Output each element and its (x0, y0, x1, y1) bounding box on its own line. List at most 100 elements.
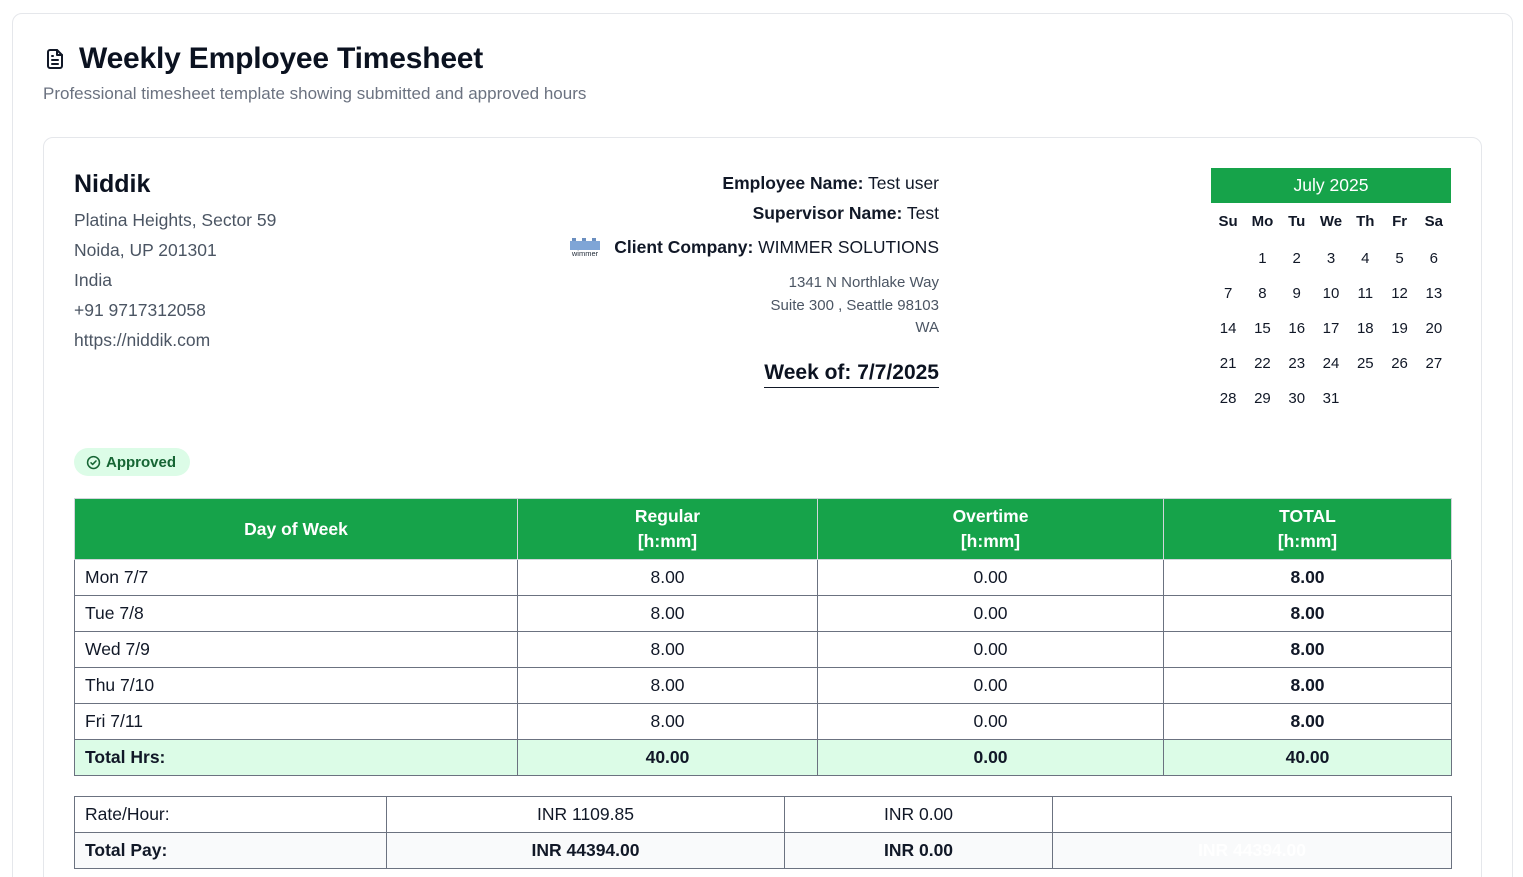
calendar-day[interactable]: 16 (1280, 311, 1314, 346)
row-regular: 8.00 (517, 559, 818, 596)
calendar-day[interactable]: 26 (1382, 346, 1416, 381)
client-company-label: Client Company: (614, 237, 754, 257)
row-total: 8.00 (1163, 667, 1452, 704)
calendar-grid: Su Mo Tu We Th Fr Sa 1 2 3 4 5 6 7 8 9 10 11 12 13 14 15 16 17 1… (1211, 203, 1451, 416)
row-total: 8.00 (1163, 559, 1452, 596)
client-address-line1: 1341 N Northlake Way (788, 274, 939, 291)
row-total: 8.00 (1163, 703, 1452, 740)
employee-name-label: Employee Name: (722, 173, 864, 193)
rate-label: Rate/Hour: (74, 796, 387, 833)
row-total: 8.00 (1163, 595, 1452, 632)
header-regular-title: Regular (634, 506, 701, 526)
calendar-day[interactable]: 25 (1348, 346, 1382, 381)
row-day: Thu 7/10 (74, 667, 518, 704)
client-address-line2: Suite 300 , Seattle 98103 (770, 296, 939, 314)
header-regular-unit: [h:mm] (637, 531, 698, 551)
grand-total-pay: INR 44394.00 (1052, 832, 1452, 869)
calendar-day[interactable]: 3 (1314, 241, 1348, 276)
page-subtitle: Professional timesheet template showing … (43, 84, 587, 103)
calendar-day[interactable]: 22 (1245, 346, 1279, 381)
company-phone: +91 9717312058 (74, 300, 206, 320)
calendar-day[interactable]: 5 (1382, 241, 1416, 276)
row-overtime: 0.00 (817, 631, 1164, 668)
total-pay-overtime: INR 0.00 (784, 832, 1053, 869)
table-row: Wed 7/9 8.00 0.00 8.00 (74, 631, 1452, 668)
client-company-row: wimmer Client Company: WIMMER SOLUTIONS (470, 232, 939, 262)
calendar-day[interactable]: 15 (1245, 311, 1279, 346)
row-overtime: 0.00 (817, 595, 1164, 632)
header-overtime-unit: [h:mm] (960, 531, 1021, 551)
calendar-day[interactable]: 6 (1417, 241, 1451, 276)
calendar-weekday: Th (1356, 213, 1375, 230)
row-regular: 8.00 (517, 631, 818, 668)
header-day-of-week: Day of Week (74, 498, 518, 560)
client-address-line3: WA (915, 319, 939, 336)
total-regular-hours: 40.00 (517, 739, 818, 776)
calendar-day[interactable]: 10 (1314, 276, 1348, 311)
calendar-day[interactable]: 29 (1245, 381, 1279, 416)
status-badge: Approved (74, 448, 191, 476)
row-day: Wed 7/9 (74, 631, 518, 668)
title-row: Weekly Employee Timesheet (43, 42, 586, 76)
calendar-day[interactable]: 2 (1280, 241, 1314, 276)
row-overtime: 0.00 (817, 703, 1164, 740)
total-pay-row: Total Pay: INR 44394.00 INR 0.00 INR 443… (74, 832, 1452, 869)
company-name: Niddik (74, 170, 151, 198)
total-pay-regular: INR 44394.00 (386, 832, 785, 869)
hours-table: Day of Week Regular [h:mm] Overtime [h:m… (74, 498, 1452, 776)
company-website: https://niddik.com (74, 330, 211, 350)
calendar-day[interactable]: 4 (1348, 241, 1382, 276)
calendar-day[interactable]: 24 (1314, 346, 1348, 381)
calendar-day[interactable]: 7 (1211, 276, 1245, 311)
row-day: Mon 7/7 (74, 559, 518, 596)
employee-name: Test user (868, 173, 939, 193)
company-info: Niddik Platina Heights, Sector 59 Noida,… (74, 170, 276, 355)
row-regular: 8.00 (517, 595, 818, 632)
header-regular: Regular [h:mm] (517, 498, 818, 560)
row-day: Tue 7/8 (74, 595, 518, 632)
calendar-day[interactable]: 18 (1348, 311, 1382, 346)
calendar-day[interactable]: 23 (1280, 346, 1314, 381)
calendar-day[interactable]: 28 (1211, 381, 1245, 416)
table-row: Mon 7/7 8.00 0.00 8.00 (74, 559, 1452, 596)
calendar-day[interactable]: 12 (1382, 276, 1416, 311)
calendar-day[interactable]: 13 (1417, 276, 1451, 311)
page-header: Weekly Employee Timesheet Professional t… (43, 42, 586, 104)
hours-header-row: Day of Week Regular [h:mm] Overtime [h:m… (74, 498, 1452, 560)
rate-row: Rate/Hour: INR 1109.85 INR 0.00 (74, 796, 1452, 833)
total-pay-label: Total Pay: (74, 832, 387, 869)
calendar-day[interactable]: 1 (1245, 241, 1279, 276)
calendar-day[interactable]: 31 (1314, 381, 1348, 416)
calendar-day[interactable]: 20 (1417, 311, 1451, 346)
calendar-day[interactable]: 11 (1348, 276, 1382, 311)
calendar-day[interactable]: 19 (1382, 311, 1416, 346)
rate-regular: INR 1109.85 (386, 796, 785, 833)
calendar-weekday: Tu (1288, 213, 1306, 230)
calendar-day[interactable]: 27 (1417, 346, 1451, 381)
calendar-weekday: We (1319, 213, 1343, 230)
calendar-day[interactable]: 21 (1211, 346, 1245, 381)
employee-name-row: Employee Name: Test user (470, 168, 939, 198)
calendar-day[interactable]: 30 (1280, 381, 1314, 416)
calendar-day[interactable]: 17 (1314, 311, 1348, 346)
page-title: Weekly Employee Timesheet (79, 42, 484, 75)
calendar: July 2025 Su Mo Tu We Th Fr Sa 1 2 3 4 5 6 7 8 9 10 11 12 1… (1211, 168, 1451, 416)
calendar-day[interactable]: 9 (1280, 276, 1314, 311)
supervisor-name-row: Supervisor Name: Test (470, 198, 939, 228)
header-total-unit: [h:mm] (1277, 531, 1338, 551)
calendar-day[interactable]: 14 (1211, 311, 1245, 346)
calendar-weekday: Fr (1392, 213, 1408, 230)
row-regular: 8.00 (517, 667, 818, 704)
row-day: Fri 7/11 (74, 703, 518, 740)
header-overtime: Overtime [h:mm] (817, 498, 1164, 560)
client-logo: wimmer (568, 235, 604, 259)
client-company: WIMMER SOLUTIONS (758, 237, 939, 257)
calendar-day[interactable]: 8 (1245, 276, 1279, 311)
document-icon (43, 47, 67, 71)
calendar-weekday: Su (1218, 213, 1238, 230)
total-overtime-hours: 0.00 (817, 739, 1164, 776)
status-label: Approved (106, 453, 177, 471)
header-overtime-title: Overtime (952, 506, 1029, 526)
supervisor-name-label: Supervisor Name: (752, 203, 903, 223)
supervisor-name: Test (906, 203, 939, 223)
